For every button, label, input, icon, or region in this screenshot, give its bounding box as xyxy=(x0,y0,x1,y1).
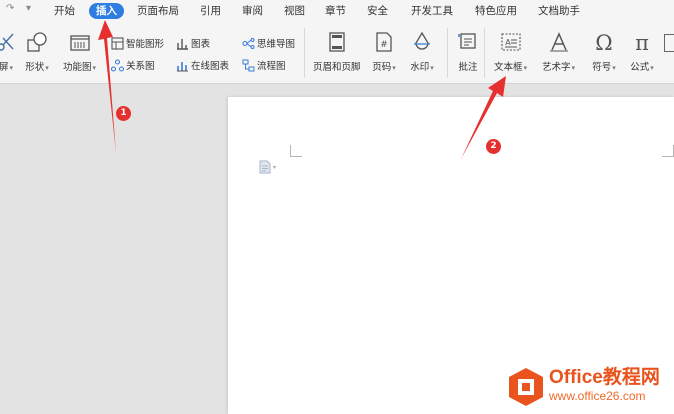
text-box-button[interactable]: A 文本框▾ xyxy=(494,30,527,73)
tab-developer[interactable]: 开发工具 xyxy=(411,3,453,19)
tab-section[interactable]: 章节 xyxy=(325,3,346,19)
shapes-button[interactable]: 形状▾ xyxy=(25,30,49,73)
office-logo-icon xyxy=(509,368,543,406)
annotation-badge-2: 2 xyxy=(486,139,501,154)
scissors-icon xyxy=(0,30,18,54)
watermark: Office教程网 www.office26.com xyxy=(549,367,660,404)
relation-chart-button[interactable]: 关系图 xyxy=(110,57,155,73)
tab-doc-assistant[interactable]: 文档助手 xyxy=(538,3,580,19)
tab-page-layout[interactable]: 页面布局 xyxy=(137,3,179,19)
omega-icon: Ω xyxy=(592,30,616,54)
smart-art-button[interactable]: 智能图形 xyxy=(110,35,164,51)
page-number-button[interactable]: # 页码▾ xyxy=(372,30,396,73)
relation-chart-icon xyxy=(110,58,124,72)
header-footer-icon xyxy=(325,30,349,54)
mind-map-icon xyxy=(241,36,255,50)
mind-map-button[interactable]: 思维导图 xyxy=(241,35,295,51)
tab-review[interactable]: 审阅 xyxy=(242,3,263,19)
ribbon-insert: 屏▾ 形状▾ 功能图▾ 智能图形 关系图 图表 在线图表 思维导图 流程图 页眉… xyxy=(0,22,674,84)
svg-text:Ω: Ω xyxy=(595,31,612,53)
crop-mark-top-left xyxy=(290,145,302,157)
svg-text:A: A xyxy=(505,38,511,47)
online-chart-icon xyxy=(175,58,189,72)
word-art-button[interactable]: 艺术字▾ xyxy=(542,30,575,73)
tab-references[interactable]: 引用 xyxy=(200,3,221,19)
paragraph-layout-icon[interactable]: ▾ xyxy=(259,160,276,174)
symbol-button[interactable]: Ω 符号▾ xyxy=(592,30,616,73)
pi-icon: π xyxy=(630,30,654,54)
menu-bar: ↷ ▾ 开始 插入 页面布局 引用 审阅 视图 章节 安全 开发工具 特色应用 … xyxy=(0,0,674,22)
watermark-icon xyxy=(410,30,434,54)
tab-insert[interactable]: 插入 xyxy=(89,3,124,19)
watermark-button[interactable]: 水印▾ xyxy=(410,30,434,73)
ribbon-separator xyxy=(484,28,485,78)
annotation-badge-1: 1 xyxy=(116,106,131,121)
screenshot-button[interactable]: 屏▾ xyxy=(0,30,18,73)
svg-text:π: π xyxy=(635,31,649,53)
svg-text:#: # xyxy=(380,40,388,50)
comment-button[interactable]: 批注 xyxy=(456,30,480,73)
word-art-icon xyxy=(547,30,571,54)
watermark-title: Office教程网 xyxy=(549,367,660,388)
function-chart-button[interactable]: 功能图▾ xyxy=(63,30,96,73)
smart-art-icon xyxy=(110,36,124,50)
formula-button[interactable]: π 公式▾ xyxy=(630,30,654,73)
tab-special-apps[interactable]: 特色应用 xyxy=(475,3,517,19)
function-chart-icon xyxy=(68,30,92,54)
chart-button[interactable]: 图表 xyxy=(175,35,210,51)
flow-chart-button[interactable]: 流程图 xyxy=(241,57,286,73)
flow-chart-icon xyxy=(241,58,255,72)
ribbon-separator xyxy=(447,28,448,78)
tab-security[interactable]: 安全 xyxy=(367,3,388,19)
ribbon-separator xyxy=(304,28,305,78)
header-footer-button[interactable]: 页眉和页脚 xyxy=(313,30,361,73)
comment-icon xyxy=(456,30,480,54)
tab-view[interactable]: 视图 xyxy=(284,3,305,19)
shapes-icon xyxy=(25,30,49,54)
watermark-url: www.office26.com xyxy=(549,389,646,403)
crop-mark-top-right xyxy=(662,145,674,157)
quick-access-dropdown-icon[interactable]: ▾ xyxy=(26,3,31,14)
page-number-icon: # xyxy=(372,30,396,54)
more-insert-icon[interactable] xyxy=(664,34,674,52)
bar-chart-icon xyxy=(175,36,189,50)
redo-icon[interactable]: ↷ xyxy=(6,3,14,14)
online-chart-button[interactable]: 在线图表 xyxy=(175,57,229,73)
text-box-icon: A xyxy=(499,30,523,54)
tab-home[interactable]: 开始 xyxy=(54,3,75,19)
